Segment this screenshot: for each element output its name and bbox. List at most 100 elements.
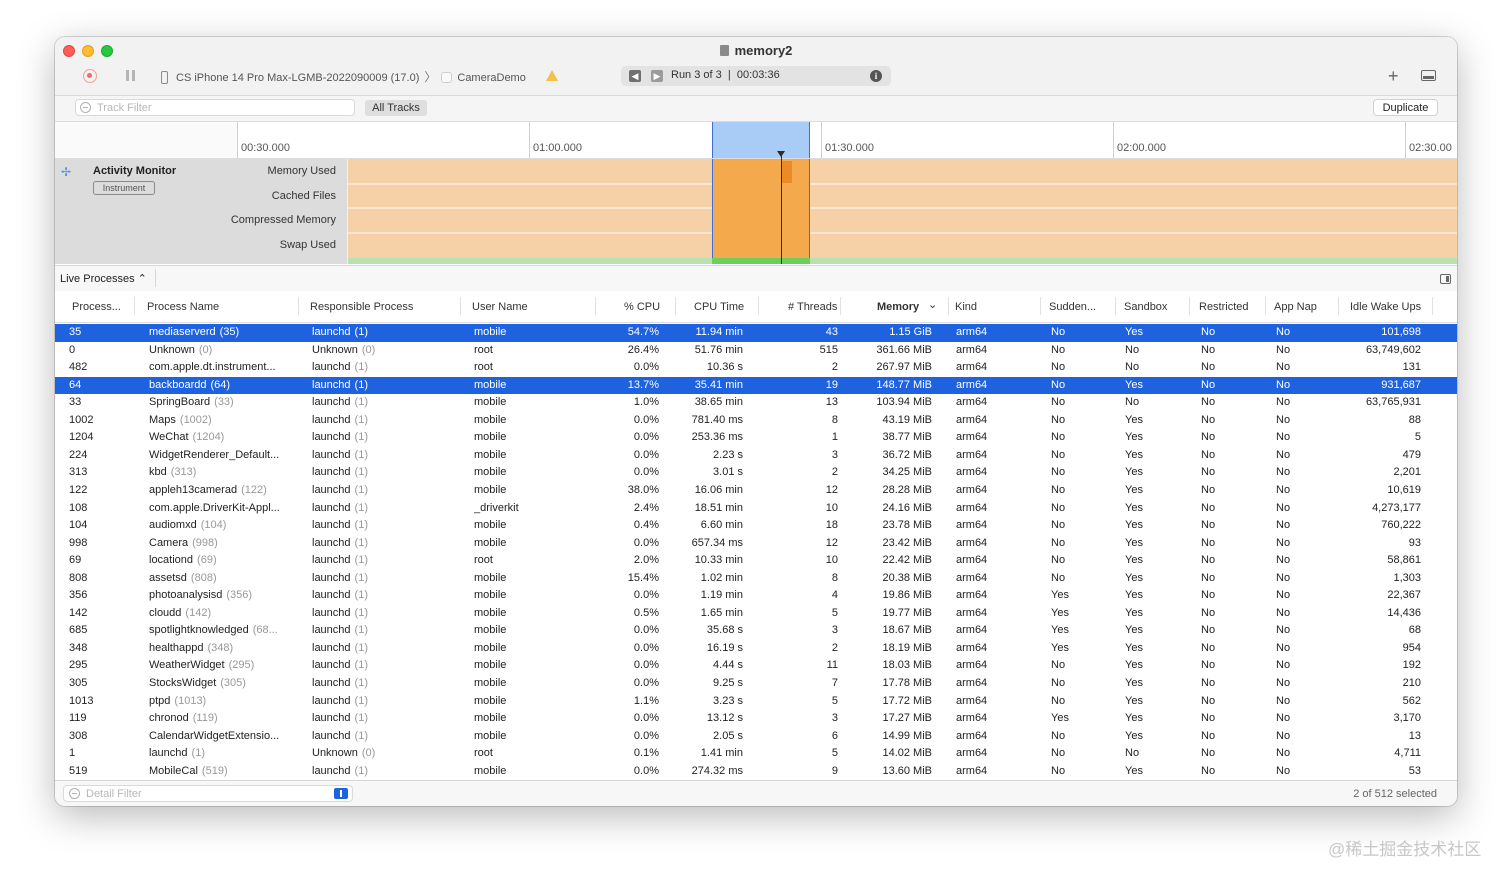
table-row[interactable]: 64 backboardd (64) launchd (1) mobile 13.7% 35.…	[55, 376, 1457, 395]
cell-resp-text: launchd	[312, 413, 351, 426]
column-header-restricted[interactable]: Restricted	[1199, 301, 1249, 313]
table-row[interactable]: 1204 WeChat (1204) launchd (1) mobile 0.0% 253.…	[55, 429, 1457, 447]
table-row[interactable]: 808 assetsd (808) launchd (1) mobile 15.4% 1.02…	[55, 570, 1457, 588]
cell-resp-pid: (1)	[354, 483, 368, 496]
table-row[interactable]: 348 healthappd (348) launchd (1) mobile 0.0% 16…	[55, 640, 1457, 658]
column-separator[interactable]	[1189, 297, 1190, 315]
table-row[interactable]: 104 audiomxd (104) launchd (1) mobile 0.4% 6.60…	[55, 517, 1457, 535]
column-header-mem[interactable]: Memory	[877, 301, 919, 313]
cell-resp-text: launchd	[312, 764, 351, 777]
table-row[interactable]: 119 chronod (119) launchd (1) mobile 0.0% 13.12…	[55, 710, 1457, 728]
cell-cpu: 1.0%	[633, 396, 659, 409]
all-tracks-button[interactable]: All Tracks	[365, 100, 427, 116]
table-row[interactable]: 313 kbd (313) launchd (1) mobile 0.0% 3.01 s 2 34…	[55, 464, 1457, 482]
playhead[interactable]	[781, 154, 782, 264]
detail-filter-input[interactable]: Detail Filter	[63, 785, 353, 802]
table-row[interactable]: 308 CalendarWidgetExtensio... launchd (1) mo…	[55, 728, 1457, 746]
table-row[interactable]: 35 mediaserverd (35) launchd (1) mobile 54.7% 1…	[55, 324, 1457, 342]
duplicate-button[interactable]: Duplicate	[1373, 99, 1438, 116]
cell-sudden: No	[1051, 413, 1066, 426]
table-row[interactable]: 142 cloudd (142) launchd (1) mobile 0.5% 1.65 m…	[55, 605, 1457, 623]
next-run-button[interactable]: ▶	[651, 70, 663, 82]
cell-nap: No	[1276, 431, 1291, 444]
run-navigator: ◀ ▶ Run 3 of 3 | 00:03:36 i	[621, 66, 891, 86]
column-header-resp[interactable]: Responsible Process	[310, 301, 413, 313]
sidebar-toggle-icon[interactable]	[1440, 274, 1451, 284]
activity-graph[interactable]	[348, 159, 1457, 264]
cell-name-text: audiomxd	[149, 519, 197, 532]
sort-descending-icon[interactable]: ⌄	[928, 298, 937, 311]
table-row[interactable]: 33 SpringBoard (33) launchd (1) mobile 1.0% 38.…	[55, 394, 1457, 412]
cell-resp-pid: (1)	[354, 466, 368, 479]
cell-user: mobile	[474, 729, 507, 742]
table-row[interactable]: 1 launchd (1) Unknown (0) root 0.1% 1.41 min 5 14…	[55, 745, 1457, 763]
table-row[interactable]: 482 com.apple.dt.instrument... launchd (1) r…	[55, 359, 1457, 377]
track-filter-input[interactable]: Track Filter	[75, 99, 355, 116]
column-separator[interactable]	[460, 297, 461, 315]
previous-run-button[interactable]: ◀	[629, 70, 641, 82]
cell-time: 2.05 s	[713, 729, 743, 742]
cell-resp-pid: (1)	[354, 694, 368, 707]
column-separator[interactable]	[134, 297, 135, 315]
table-row[interactable]: 224 WidgetRenderer_Default... launchd (1) mo…	[55, 447, 1457, 465]
column-header-sandbox[interactable]: Sandbox	[1124, 301, 1167, 313]
column-header-time[interactable]: CPU Time	[694, 301, 744, 313]
table-row[interactable]: 519 MobileCal (519) launchd (1) mobile 0.0% 274…	[55, 763, 1457, 780]
column-separator[interactable]	[298, 297, 299, 315]
toggle-detail-pane-button[interactable]	[1421, 70, 1436, 81]
table-row[interactable]: 122 appleh13camerad (122) launchd (1) mobile 3…	[55, 482, 1457, 500]
column-separator[interactable]	[595, 297, 596, 315]
column-separator[interactable]	[1115, 297, 1116, 315]
time-selection-range[interactable]	[712, 122, 810, 158]
instrument-badge[interactable]: Instrument	[93, 181, 155, 195]
table-row[interactable]: 356 photoanalysisd (356) launchd (1) mobile 0.…	[55, 587, 1457, 605]
column-header-name[interactable]: Process Name	[147, 301, 219, 313]
column-separator[interactable]	[840, 297, 841, 315]
column-separator[interactable]	[758, 297, 759, 315]
cell-wake: 22,367	[1387, 589, 1421, 602]
column-header-pid[interactable]: Process...	[72, 301, 121, 313]
cell-resp-text: launchd	[312, 466, 351, 479]
target-selector[interactable]: CS iPhone 14 Pro Max-LGMB-2022090009 (17…	[161, 68, 526, 85]
column-separator[interactable]	[1265, 297, 1266, 315]
column-separator[interactable]	[675, 297, 676, 315]
cell-resp-pid: (1)	[354, 326, 368, 338]
table-row[interactable]: 69 locationd (69) launchd (1) root 2.0% 10.33 m…	[55, 552, 1457, 570]
column-header-nap[interactable]: App Nap	[1274, 301, 1317, 313]
table-row[interactable]: 108 com.apple.DriverKit-Appl... launchd (1)…	[55, 500, 1457, 518]
cell-wake: 14,436	[1387, 606, 1421, 619]
cell-cpu: 0.1%	[633, 747, 659, 760]
cell-sudden: No	[1051, 677, 1066, 689]
cell-restricted: No	[1201, 571, 1216, 584]
column-separator[interactable]	[1338, 297, 1339, 315]
column-header-threads[interactable]: # Threads	[788, 301, 837, 313]
table-row[interactable]: 0 Unknown (0) Unknown (0) root 26.4% 51.76 min 5…	[55, 342, 1457, 360]
cell-user: mobile	[474, 712, 507, 725]
table-row[interactable]: 1002 Maps (1002) launchd (1) mobile 0.0% 781.40…	[55, 412, 1457, 430]
timeline-ruler[interactable]: 00:30.000 01:00.000 01:30.000 02:00.000 …	[55, 122, 1457, 159]
column-separator[interactable]	[1432, 297, 1433, 315]
column-header-sudden[interactable]: Sudden...	[1049, 301, 1096, 313]
column-header-user[interactable]: User Name	[472, 301, 528, 313]
run-info-icon[interactable]: i	[870, 70, 882, 82]
run-status: Run 3 of 3 | 00:03:36	[671, 69, 780, 81]
table-row[interactable]: 305 StocksWidget (305) launchd (1) mobile 0.0%…	[55, 675, 1457, 693]
column-header-cpu[interactable]: % CPU	[624, 301, 660, 313]
table-row[interactable]: 998 Camera (998) launchd (1) mobile 0.0% 657.34…	[55, 535, 1457, 553]
warning-icon[interactable]	[546, 70, 558, 81]
cell-name-pid: (69)	[197, 554, 217, 567]
add-instrument-button[interactable]: +	[1388, 66, 1399, 87]
column-header-wake[interactable]: Idle Wake Ups	[1350, 301, 1421, 313]
table-row[interactable]: 295 WeatherWidget (295) launchd (1) mobile 0.0…	[55, 657, 1457, 675]
column-separator[interactable]	[1040, 297, 1041, 315]
pause-button[interactable]	[126, 70, 136, 81]
record-button[interactable]	[83, 69, 97, 83]
column-header-kind[interactable]: Kind	[955, 301, 977, 313]
table-row[interactable]: 1013 ptpd (1013) launchd (1) mobile 1.1% 3.23 s…	[55, 693, 1457, 711]
track-header[interactable]: ✢ Activity Monitor Instrument Memory Use…	[55, 159, 347, 264]
cell-name-pid: (64)	[210, 378, 231, 391]
column-separator[interactable]	[948, 297, 949, 315]
live-processes-selector[interactable]: Live Processes ⌃	[60, 272, 147, 285]
table-row[interactable]: 685 spotlightknowledged (68... launchd (1) mo…	[55, 622, 1457, 640]
detail-filter-toggle-icon[interactable]	[334, 788, 348, 799]
